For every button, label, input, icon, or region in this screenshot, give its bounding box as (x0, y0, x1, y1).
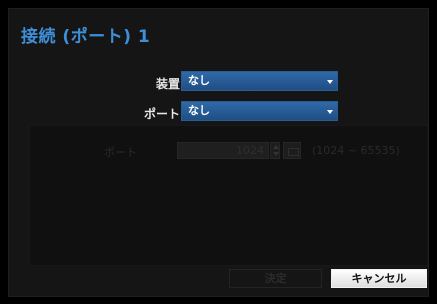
port-select-value: なし (188, 104, 210, 117)
keyboard-button[interactable] (283, 142, 301, 159)
chevron-down-icon (327, 110, 333, 114)
port-number-input[interactable]: 1024 (177, 142, 269, 159)
port-range-text: (1024 ~ 65535) (312, 144, 400, 157)
device-label: 装置 (156, 77, 181, 91)
port-select-label: ポート (144, 107, 181, 121)
device-select[interactable]: なし (181, 71, 338, 91)
connection-port-dialog: 接続 (ポート) 1 装置 なし ポート なし ポート 1024 (1024 ~… (9, 9, 428, 296)
device-select-value: なし (188, 74, 210, 87)
keyboard-icon (288, 148, 299, 156)
ok-button[interactable]: 決定 (229, 269, 322, 288)
dialog-title: 接続 (ポート) 1 (21, 27, 151, 47)
cancel-button[interactable]: キャンセル (331, 269, 427, 288)
port-select[interactable]: なし (181, 101, 338, 121)
port-number-label: ポート (104, 146, 137, 159)
port-spinner[interactable] (270, 142, 280, 159)
chevron-down-icon (327, 80, 333, 84)
arrow-down-icon[interactable] (273, 152, 279, 156)
arrow-up-icon[interactable] (273, 145, 279, 149)
